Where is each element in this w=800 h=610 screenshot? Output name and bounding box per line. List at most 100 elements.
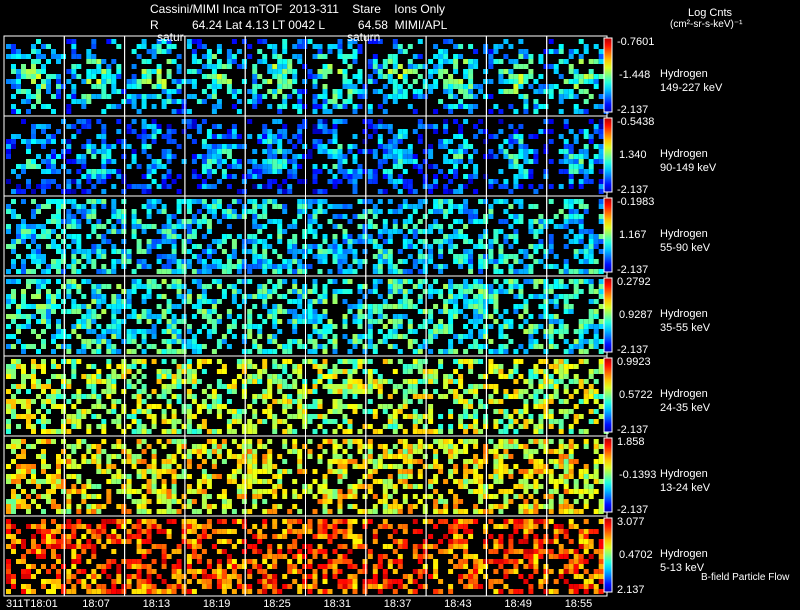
pixel-cell <box>111 224 117 229</box>
pixel-cell <box>141 139 147 144</box>
pixel-cell <box>523 254 529 259</box>
pixel-cell <box>563 89 569 94</box>
pixel-cell <box>598 74 604 79</box>
pixel-cell <box>287 424 293 429</box>
pixel-cell <box>402 74 408 79</box>
pixel-cell <box>211 464 217 469</box>
pixel-cell <box>488 294 494 299</box>
pixel-cell <box>538 224 544 229</box>
pixel-cell <box>262 94 268 99</box>
pixel-cell <box>61 379 66 384</box>
pixel-cell <box>468 299 474 304</box>
pixel-cell <box>106 454 112 459</box>
pixel-cell <box>196 424 202 429</box>
pixel-cell <box>26 389 31 394</box>
pixel-cell <box>322 119 328 124</box>
pixel-cell <box>11 364 16 369</box>
pixel-cell <box>36 289 41 294</box>
pixel-cell <box>508 339 514 344</box>
pixel-cell <box>111 304 117 309</box>
pixel-cell <box>528 159 534 164</box>
pixel-cell <box>6 204 11 209</box>
pixel-cell <box>588 419 594 424</box>
pixel-cell <box>352 214 358 219</box>
pixel-cell <box>337 384 343 389</box>
pixel-cell <box>332 99 338 104</box>
pixel-cell <box>448 324 454 329</box>
pixel-cell <box>41 124 46 129</box>
pixel-cell <box>86 69 92 74</box>
pixel-cell <box>438 269 444 274</box>
pixel-cell <box>397 279 403 284</box>
pixel-cell <box>272 464 278 469</box>
pixel-cell <box>367 329 373 334</box>
pixel-cell <box>21 89 26 94</box>
pixel-cell <box>563 214 569 219</box>
pixel-cell <box>116 424 122 429</box>
pixel-cell <box>473 344 479 349</box>
pixel-cell <box>166 129 172 134</box>
pixel-cell <box>533 249 539 254</box>
pixel-cell <box>352 104 358 109</box>
pixel-cell <box>448 139 454 144</box>
pixel-cell <box>257 289 263 294</box>
pixel-cell <box>377 389 383 394</box>
pixel-cell <box>176 339 182 344</box>
pixel-cell <box>31 399 36 404</box>
pixel-cell <box>377 309 383 314</box>
pixel-cell <box>488 214 494 219</box>
pixel-cell <box>221 159 227 164</box>
pixel-cell <box>81 319 87 324</box>
pixel-cell <box>71 359 77 364</box>
pixel-cell <box>367 199 373 204</box>
pixel-cell <box>392 414 398 419</box>
pixel-cell <box>382 144 388 149</box>
pixel-cell <box>357 364 363 369</box>
pixel-cell <box>322 259 328 264</box>
pixel-cell <box>171 384 177 389</box>
pixel-cell <box>131 64 137 69</box>
pixel-cell <box>226 314 232 319</box>
pixel-cell <box>161 239 167 244</box>
pixel-cell <box>357 199 363 204</box>
pixel-cell <box>412 304 418 309</box>
pixel-cell <box>6 429 11 434</box>
pixel-cell <box>166 399 172 404</box>
pixel-cell <box>131 314 137 319</box>
pixel-cell <box>81 314 87 319</box>
pixel-cell <box>21 379 26 384</box>
pixel-cell <box>201 64 207 69</box>
pixel-cell <box>211 444 217 449</box>
pixel-cell <box>201 479 207 484</box>
pixel-cell <box>568 219 574 224</box>
pixel-cell <box>367 179 373 184</box>
pixel-cell <box>66 444 72 449</box>
pixel-cell <box>362 119 368 124</box>
pixel-cell <box>41 359 46 364</box>
pixel-cell <box>407 379 413 384</box>
pixel-cell <box>171 394 177 399</box>
pixel-cell <box>337 144 343 149</box>
pixel-cell <box>412 339 418 344</box>
pixel-cell <box>252 199 258 204</box>
pixel-cell <box>272 44 278 49</box>
pixel-cell <box>216 144 222 149</box>
pixel-cell <box>322 254 328 259</box>
pixel-cell <box>578 279 584 284</box>
pixel-cell <box>161 314 167 319</box>
pixel-cell <box>488 149 494 154</box>
pixel-cell <box>41 189 46 194</box>
pixel-cell <box>16 364 21 369</box>
pixel-cell <box>337 44 343 49</box>
pixel-cell <box>262 284 268 289</box>
pixel-cell <box>352 174 358 179</box>
pixel-cell <box>287 269 293 274</box>
pixel-cell <box>206 299 212 304</box>
pixel-cell <box>342 414 348 419</box>
pixel-cell <box>533 234 539 239</box>
pixel-cell <box>448 179 454 184</box>
pixel-cell <box>312 414 318 419</box>
pixel-cell <box>211 404 217 409</box>
pixel-cell <box>407 219 413 224</box>
pixel-cell <box>302 314 308 319</box>
